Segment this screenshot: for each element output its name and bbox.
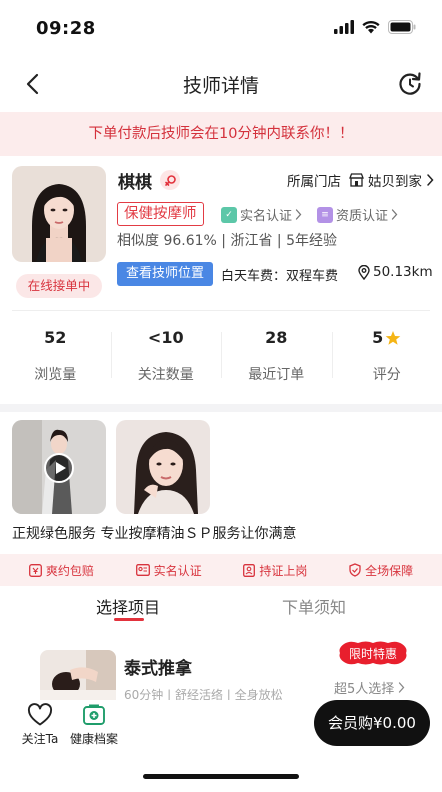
tab-select-service[interactable]: 选择项目 xyxy=(96,594,160,618)
stat-followers: <10 关注数量 xyxy=(110,326,222,386)
stat-label: 最近订单 xyxy=(248,367,305,383)
divider xyxy=(12,310,430,311)
shield-icon xyxy=(349,563,361,577)
chevron-right-icon xyxy=(391,209,398,220)
guarantee-label: 实名认证 xyxy=(153,563,202,578)
online-status-badge: 在线接单中 xyxy=(16,274,102,298)
store-icon xyxy=(349,173,364,187)
status-time: 09:28 xyxy=(36,18,96,39)
stat-value-rating: 5 xyxy=(332,326,442,350)
limited-offer-text: 限时特惠 xyxy=(348,647,397,661)
limited-offer-badge: 限时特惠 xyxy=(338,640,408,666)
female-symbol-icon xyxy=(164,174,176,186)
guarantee-label: 持证上岗 xyxy=(259,563,308,578)
female-gender-icon xyxy=(160,170,180,190)
technician-avatar[interactable] xyxy=(12,166,106,262)
qualification-verify-label: 资质认证 xyxy=(336,209,389,224)
star-icon xyxy=(386,331,401,345)
massage-photo xyxy=(40,650,116,702)
health-record-icon xyxy=(66,702,122,728)
view-location-button[interactable]: 查看技师位置 xyxy=(117,262,213,286)
follow-label: 关注Ta xyxy=(21,732,59,746)
massage-therapist-tag: 保健按摩师 xyxy=(117,202,204,226)
refresh-button[interactable] xyxy=(396,70,424,98)
compensation-icon xyxy=(28,563,42,577)
service-intro-text: 正规绿色服务 专业按摩精油ＳＰ服务让你满意 xyxy=(12,526,297,542)
medical-folder-icon xyxy=(83,704,105,725)
stat-value: <10 xyxy=(147,328,184,347)
realname-verify-label: 实名认证 xyxy=(240,209,293,224)
stat-value: 28 xyxy=(265,328,288,347)
rating-value: 5 xyxy=(372,328,384,347)
guarantee-item: 爽约包赔 xyxy=(28,562,94,579)
battery-icon xyxy=(388,20,416,34)
service-item[interactable]: 泰式推拿 60分钟 | 舒经活络 | 全身放松 限时特惠 超5人选择 xyxy=(0,632,442,702)
qualification-verify-icon: ≡ xyxy=(317,206,333,223)
chevron-right-icon xyxy=(399,682,405,693)
chevron-right-icon xyxy=(427,174,434,186)
certificate-icon xyxy=(243,563,256,577)
guarantee-item: 持证上岗 xyxy=(243,562,307,579)
avatar-photo xyxy=(12,166,106,262)
store-label: 所属门店 xyxy=(287,174,341,190)
realname-verify-link[interactable]: ✓ 实名认证 xyxy=(221,205,302,224)
similarity-location-experience: 相似度 96.61% | 浙江省 | 5年经验 xyxy=(117,233,337,249)
id-card-icon xyxy=(135,564,150,576)
guarantee-label: 爽约包赔 xyxy=(45,563,94,578)
stat-views: 52 浏览量 xyxy=(0,326,111,386)
active-tab-indicator xyxy=(114,618,144,621)
stat-label: 关注数量 xyxy=(137,367,194,383)
health-record-label: 健康档案 xyxy=(69,732,118,746)
technician-profile-card: 在线接单中 棋棋 所属门店 姑贝到家 保健按摩师 ✓ 实名认证 ≡ 资质认证 相… xyxy=(0,156,442,404)
car-fee-text: 白天车费：双程车费 xyxy=(221,269,339,284)
stats-row: 52 浏览量 <10 关注数量 28 最近订单 5 评分 xyxy=(0,326,442,386)
chevron-right-icon xyxy=(295,209,302,220)
health-record-button[interactable]: 健康档案 xyxy=(66,702,122,747)
contact-notice-banner: 下单付款后技师会在10分钟内联系你！！ xyxy=(0,112,442,156)
play-icon xyxy=(44,453,74,483)
follow-button[interactable]: 关注Ta xyxy=(12,702,68,747)
status-bar: 09:28 xyxy=(0,0,442,56)
detail-tabs: 选择项目 下单须知 xyxy=(0,588,442,624)
media-gallery: 正规绿色服务 专业按摩精油ＳＰ服务让你满意 xyxy=(0,412,442,552)
photo-thumbnail[interactable] xyxy=(116,420,210,514)
stat-label: 评分 xyxy=(372,367,401,383)
section-gap xyxy=(0,404,442,412)
guarantee-item: 实名认证 xyxy=(135,562,202,579)
member-purchase-button[interactable]: 会员购¥0.00 xyxy=(314,700,430,746)
status-icons xyxy=(334,20,416,34)
stat-value: 52 xyxy=(44,328,67,347)
realname-verify-icon: ✓ xyxy=(221,206,237,223)
stat-recent-orders: 28 最近订单 xyxy=(221,326,332,386)
heart-outline-icon xyxy=(27,703,53,726)
heart-icon xyxy=(12,702,68,728)
location-pin-icon xyxy=(358,264,370,280)
page-title: 技师详情 xyxy=(182,75,259,97)
guarantee-label: 全场保障 xyxy=(365,563,414,578)
technician-name: 棋棋 xyxy=(118,173,152,193)
home-indicator xyxy=(143,774,299,779)
distance-value: 50.13km xyxy=(373,264,433,280)
store-link[interactable]: 所属门店 姑贝到家 xyxy=(287,170,434,190)
distance-info: 50.13km xyxy=(358,264,433,280)
refresh-icon xyxy=(399,72,421,95)
photo-image xyxy=(116,420,210,514)
booked-count-text: 超5人选择 xyxy=(334,682,395,697)
stat-label: 浏览量 xyxy=(34,367,77,383)
service-name: 泰式推拿 xyxy=(124,659,192,679)
guarantee-bar: 爽约包赔 实名认证 持证上岗 全场保障 xyxy=(0,554,442,586)
guarantee-item: 全场保障 xyxy=(349,562,413,579)
service-image xyxy=(40,650,116,702)
signal-icon xyxy=(334,20,354,34)
store-name: 姑贝到家 xyxy=(368,174,422,190)
nav-bar: 技师详情 xyxy=(0,58,442,110)
wifi-icon xyxy=(362,21,380,34)
stat-rating: 5 评分 xyxy=(331,326,442,386)
qualification-verify-link[interactable]: ≡ 资质认证 xyxy=(317,205,398,224)
booked-count[interactable]: 超5人选择 xyxy=(334,678,405,697)
tab-order-notice[interactable]: 下单须知 xyxy=(282,594,346,618)
video-thumbnail[interactable] xyxy=(12,420,106,514)
